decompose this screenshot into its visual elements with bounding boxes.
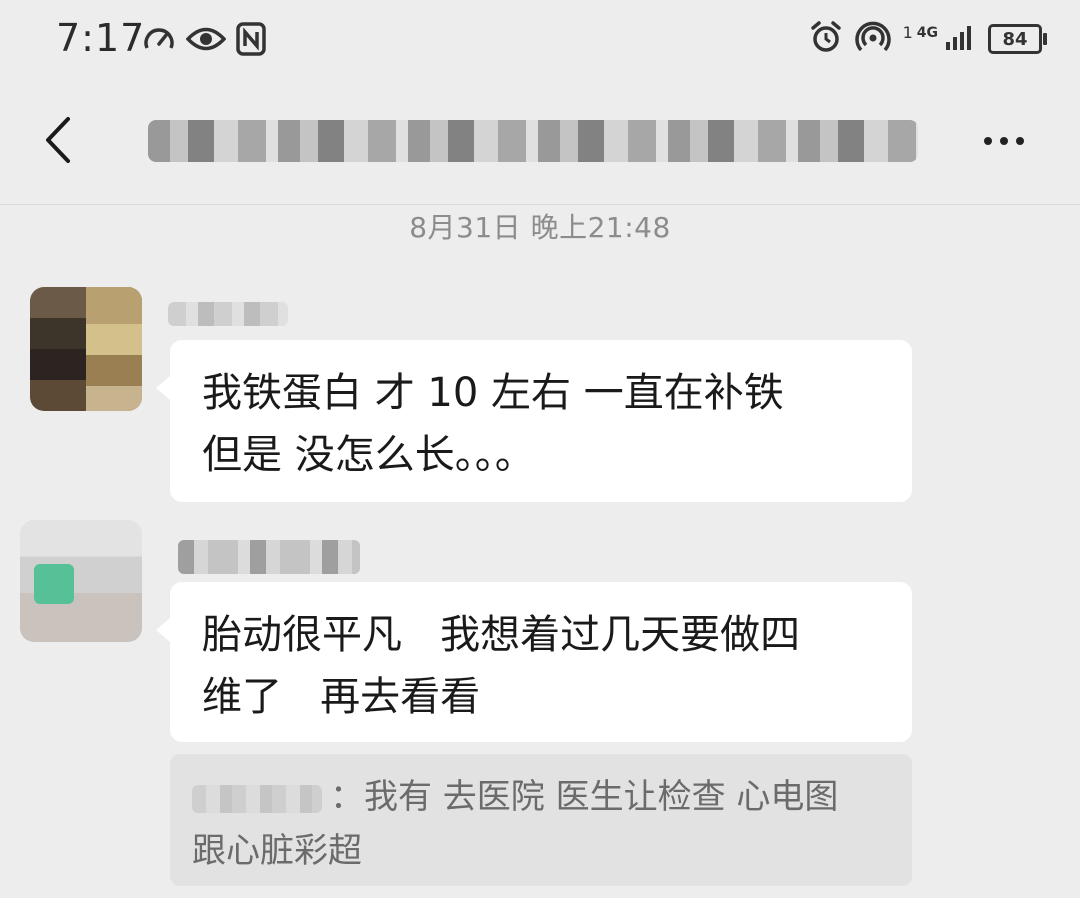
message-line: 维了 再去看看 xyxy=(202,674,481,720)
message-line: 我铁蛋白 才 10 左右 一直在补铁 xyxy=(202,370,784,416)
battery-icon: 84 xyxy=(988,24,1047,54)
quote-line: 跟心脏彩超 xyxy=(192,831,362,871)
quote-sender xyxy=(192,784,322,813)
signal-icon xyxy=(944,22,976,56)
chat-timestamp: 8月31日 晚上21:48 xyxy=(409,211,671,244)
chevron-left-icon xyxy=(46,117,70,163)
signal-slot: 1 xyxy=(902,22,913,42)
status-time: 7:17 xyxy=(56,16,146,60)
more-dot xyxy=(1000,137,1008,145)
message-bubble[interactable]: 我铁蛋白 才 10 左右 一直在补铁 但是 没怎么长。。。 xyxy=(156,340,912,502)
more-dot xyxy=(1016,137,1024,145)
quote-text: 我有 去医院 医生让检查 心电图 xyxy=(364,777,839,817)
more-dots-icon xyxy=(984,137,992,145)
nfc-icon xyxy=(236,22,266,60)
quote-line: ：我有 去医院 医生让检查 心电图 xyxy=(192,770,890,824)
sender-name xyxy=(178,540,360,574)
message-line: 但是 没怎么长。。。 xyxy=(202,432,535,478)
alarm-icon xyxy=(809,20,843,58)
back-button[interactable] xyxy=(30,110,86,170)
avatar[interactable] xyxy=(30,287,142,411)
quoted-message[interactable]: ：我有 去医院 医生让检查 心电图 跟心脏彩超 xyxy=(170,754,912,886)
battery-level: 84 xyxy=(1002,28,1028,50)
quote-separator: ： xyxy=(330,777,364,817)
status-icons-right: 1 4G 84 xyxy=(809,20,1047,58)
eye-icon xyxy=(185,22,227,60)
chat-header xyxy=(0,80,1080,205)
message-bubble[interactable]: 胎动很平凡 我想着过几天要做四 维了 再去看看 xyxy=(156,582,912,742)
message-line: 胎动很平凡 我想着过几天要做四 xyxy=(202,612,801,658)
status-bar: 7:17 1 4G 84 xyxy=(0,0,1080,80)
more-button[interactable] xyxy=(974,124,1034,158)
network-type: 4G xyxy=(916,25,938,41)
speed-icon xyxy=(142,22,176,60)
sender-name xyxy=(168,302,288,326)
status-icons-left xyxy=(142,22,266,60)
chat-title xyxy=(148,120,918,162)
avatar[interactable] xyxy=(20,520,142,642)
hotspot-icon xyxy=(854,20,891,58)
